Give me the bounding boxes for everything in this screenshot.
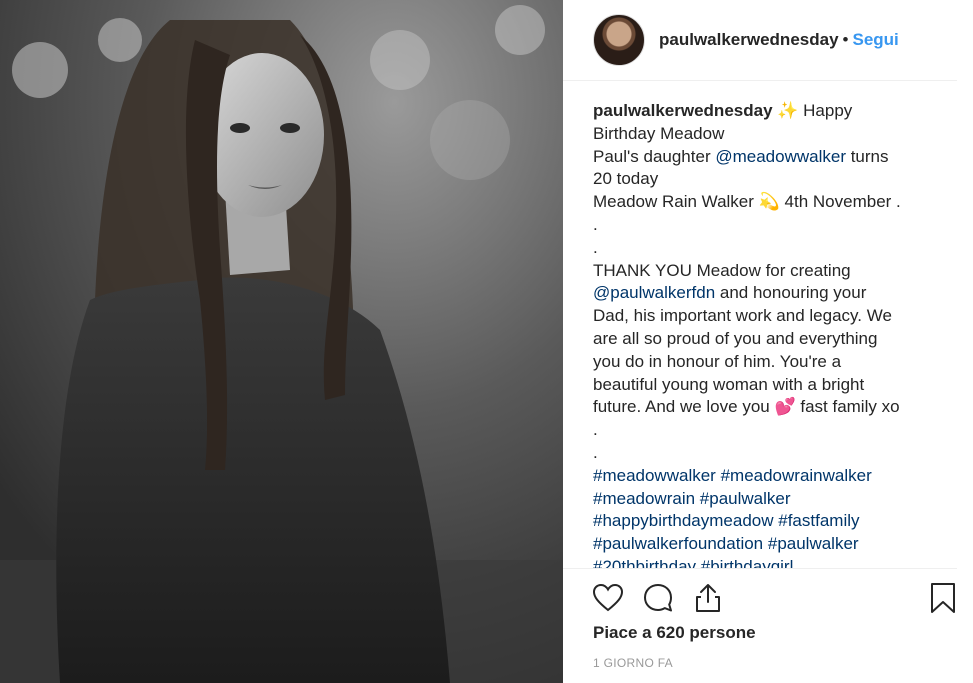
caption-line: future. And we love you 💕 fast family xo	[593, 396, 943, 419]
hashtag-link[interactable]: #happybirthdaymeadow	[593, 511, 774, 530]
heart-icon[interactable]	[591, 581, 625, 615]
caption-line: .	[593, 419, 943, 442]
post-header: paulwalkerwednesday • Segui	[563, 0, 957, 81]
caption-text: and honouring your	[715, 283, 867, 303]
caption-line: .	[593, 237, 943, 260]
caption-line: @paulwalkerfdn and honouring your	[593, 282, 943, 305]
hashtag-link[interactable]: #meadowrainwalker	[721, 466, 872, 485]
follow-button[interactable]: Segui	[852, 30, 898, 49]
caption-line: paulwalkerwednesday ✨ Happy	[593, 100, 943, 123]
caption-line: Meadow Rain Walker 💫 4th November .	[593, 191, 943, 214]
caption-text: .	[593, 420, 598, 440]
caption-line: #20thbirthday #birthdaygirl	[593, 556, 943, 568]
caption-line: Birthday Meadow	[593, 123, 943, 146]
caption-line: are all so proud of you and everything	[593, 328, 943, 351]
caption-text: Birthday Meadow	[593, 123, 725, 143]
likes-suffix: persone	[684, 623, 756, 642]
caption-text: fast family xo	[795, 397, 900, 417]
hashtag-link[interactable]: #meadowwalker	[593, 466, 716, 485]
caption-line: #happybirthdaymeadow #fastfamily	[593, 510, 943, 533]
dizzy-emoji: 💫	[758, 192, 780, 212]
avatar[interactable]	[593, 14, 645, 66]
post-photo[interactable]	[0, 0, 563, 683]
likes-number: 620	[656, 623, 685, 642]
caption-text: Meadow Rain Walker	[593, 192, 759, 212]
likes-count[interactable]: Piace a 620 persone	[593, 623, 756, 643]
header-username[interactable]: paulwalkerwednesday	[659, 30, 839, 49]
likes-prefix: Piace a	[593, 623, 657, 642]
caption-line: #meadowwalker #meadowrainwalker	[593, 465, 943, 488]
caption-text: 4th November .	[779, 192, 901, 212]
header-line: paulwalkerwednesday • Segui	[659, 30, 899, 50]
post-details-panel: paulwalkerwednesday • Segui paulwalkerwedn…	[563, 0, 973, 683]
caption-scroll-area[interactable]: paulwalkerwednesday ✨ Happy Birthday Mead…	[593, 100, 943, 568]
caption-text: .	[593, 237, 598, 257]
mention-link[interactable]: @paulwalkerfdn	[593, 283, 715, 302]
two-hearts-emoji: 💕	[774, 397, 796, 417]
caption-text: Happy	[798, 101, 853, 120]
caption-text: you do in honour of him. You're a	[593, 351, 842, 371]
caption-username[interactable]: paulwalkerwednesday	[593, 101, 773, 120]
caption-text: Paul's daughter	[593, 146, 716, 166]
caption-text: future. And we love you	[593, 397, 775, 417]
caption-line: Paul's daughter @meadowwalker turns	[593, 146, 943, 169]
hashtag-link[interactable]: #fastfamily	[778, 511, 859, 530]
photo-image	[0, 0, 563, 683]
caption-line: .	[593, 214, 943, 237]
caption-text: .	[593, 214, 598, 234]
caption-line: 20 today	[593, 168, 943, 191]
hashtag-link[interactable]: #20thbirthday	[593, 557, 696, 568]
hashtag-link[interactable]: #meadowrain	[593, 489, 695, 508]
action-bar	[563, 568, 957, 629]
caption-text: Dad, his important work and legacy. We	[593, 306, 892, 326]
caption-text: turns	[845, 146, 889, 166]
caption-text: are all so proud of you and everything	[593, 328, 878, 348]
caption-line: beautiful young woman with a bright	[593, 374, 943, 397]
post-timestamp[interactable]: 1 GIORNO FA	[593, 656, 673, 670]
caption-text: 20 today	[593, 169, 659, 189]
caption: paulwalkerwednesday ✨ Happy Birthday Mead…	[593, 100, 943, 568]
caption-text: .	[593, 442, 598, 462]
separator-dot: •	[842, 30, 849, 49]
caption-line: .	[593, 442, 943, 465]
caption-line: you do in honour of him. You're a	[593, 351, 943, 374]
hashtag-link[interactable]: #paulwalkerfoundation	[593, 534, 763, 553]
hashtag-link[interactable]: #paulwalker	[700, 489, 791, 508]
mention-link[interactable]: @meadowwalker	[715, 147, 846, 166]
comment-icon[interactable]	[641, 581, 675, 615]
hashtag-link[interactable]: #paulwalker	[768, 534, 859, 553]
hashtag-link[interactable]: #birthdaygirl	[701, 557, 794, 568]
bookmark-icon[interactable]	[926, 581, 960, 615]
caption-text: THANK YOU Meadow for creating	[593, 260, 851, 280]
share-icon[interactable]	[691, 581, 725, 615]
caption-line: Dad, his important work and legacy. We	[593, 305, 943, 328]
caption-line: THANK YOU Meadow for creating	[593, 260, 943, 283]
caption-line: #meadowrain #paulwalker	[593, 488, 943, 511]
sparkles-emoji: ✨	[772, 101, 799, 120]
caption-line: #paulwalkerfoundation #paulwalker	[593, 533, 943, 556]
caption-text: beautiful young woman with a bright	[593, 374, 865, 394]
